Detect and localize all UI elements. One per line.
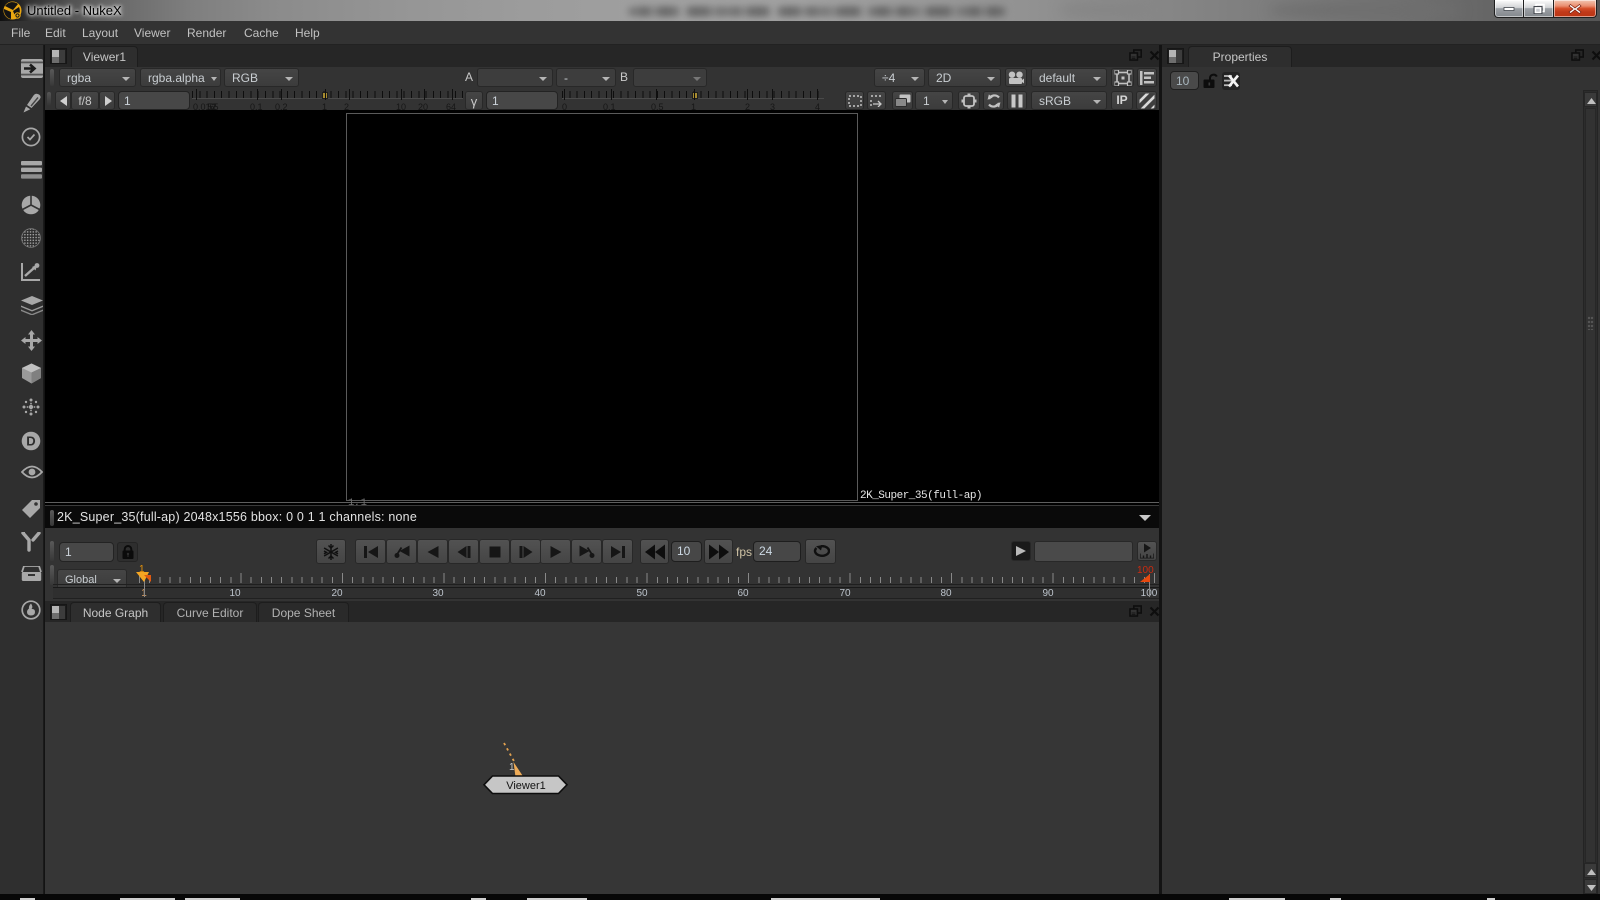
- svg-text:1: 1: [509, 762, 515, 773]
- svg-text:Viewer1: Viewer1: [506, 780, 546, 792]
- svg-text:D: D: [26, 434, 35, 449]
